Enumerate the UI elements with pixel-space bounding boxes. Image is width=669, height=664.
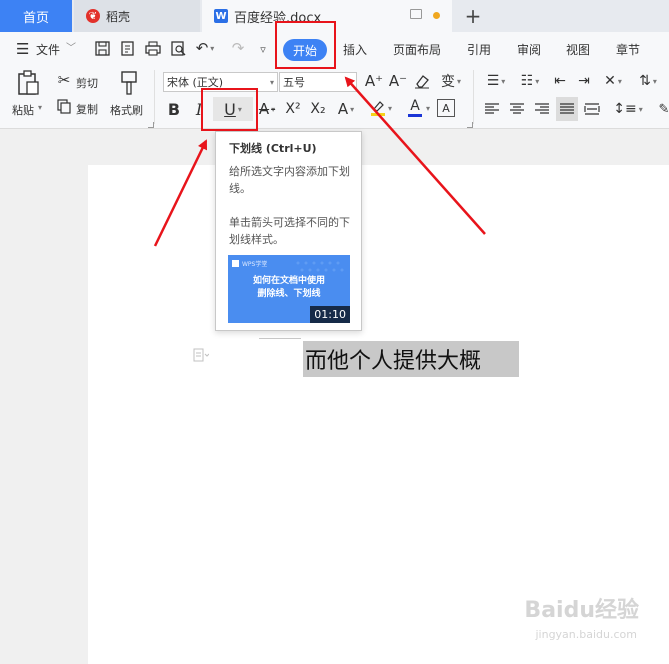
baidu-watermark-url: jingyan.baidu.com bbox=[535, 628, 637, 641]
arrow-to-home-tab bbox=[344, 76, 486, 235]
arrow-to-underline bbox=[153, 139, 208, 247]
annotation-arrows bbox=[153, 76, 486, 247]
baidu-watermark: Baidu经验 bbox=[524, 598, 639, 623]
